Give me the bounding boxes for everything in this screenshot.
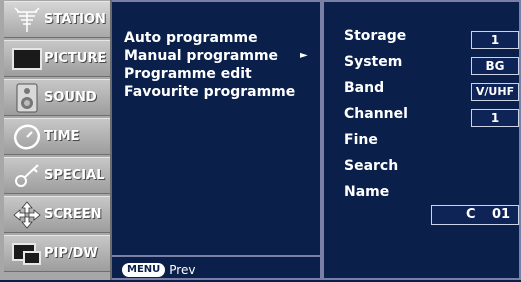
pip-icon — [10, 239, 44, 269]
manual-programme-panel: Storage 1 System BG Band V/UHF Channel 1… — [322, 0, 521, 280]
sidebar-item-sound[interactable]: SOUND — [4, 79, 110, 116]
menu-item-programme-edit[interactable]: Programme edit — [124, 65, 295, 83]
menu-item-favourite-programme[interactable]: Favourite programme — [124, 83, 295, 101]
speaker-icon — [10, 83, 44, 113]
prev-hint: Prev — [169, 262, 196, 277]
name-value[interactable]: C 01 — [431, 205, 519, 225]
tv-screen-icon — [10, 44, 44, 74]
channel-value[interactable]: 1 — [471, 109, 519, 127]
band-label: Band — [344, 80, 385, 96]
clock-icon — [10, 122, 44, 152]
move-arrows-icon — [10, 200, 44, 230]
sidebar-item-pip[interactable]: PIP/DW — [4, 235, 110, 272]
menu-key-badge: MENU — [122, 262, 166, 277]
sidebar-item-label: SCREEN — [44, 207, 102, 222]
main-menu-sidebar: STATION PICTURE SOUND TIME SPECIAL SCREE… — [0, 0, 112, 280]
sidebar-item-label: SOUND — [44, 90, 97, 105]
sidebar-item-picture[interactable]: PICTURE — [4, 40, 110, 77]
name-number: 01 — [492, 207, 511, 222]
system-label: System — [344, 54, 403, 70]
sidebar-item-special[interactable]: SPECIAL — [4, 157, 110, 194]
menu-item-label: Manual programme — [124, 48, 279, 64]
station-submenu: Auto programme Manual programme ► Progra… — [112, 0, 322, 280]
sidebar-item-label: PIP/DW — [44, 246, 98, 261]
storage-value[interactable]: 1 — [471, 31, 519, 49]
submenu-footer: MENU Prev — [112, 255, 320, 282]
sidebar-item-label: PICTURE — [44, 51, 107, 66]
system-value[interactable]: BG — [471, 57, 519, 75]
submenu-list: Auto programme Manual programme ► Progra… — [124, 29, 308, 101]
menu-item-auto-programme[interactable]: Auto programme — [124, 29, 295, 47]
sidebar-item-station[interactable]: STATION — [4, 1, 110, 38]
key-icon — [10, 161, 44, 191]
fine-label[interactable]: Fine — [344, 132, 378, 148]
sidebar-item-label: STATION — [44, 12, 106, 27]
search-label[interactable]: Search — [344, 158, 398, 174]
menu-item-manual-programme[interactable]: Manual programme ► — [124, 47, 308, 65]
channel-label: Channel — [344, 106, 408, 122]
sidebar-item-label: TIME — [44, 129, 80, 144]
antenna-icon — [10, 5, 44, 35]
band-value[interactable]: V/UHF — [471, 83, 519, 101]
sidebar-item-label: SPECIAL — [44, 168, 105, 183]
sidebar-item-time[interactable]: TIME — [4, 118, 110, 155]
name-letter: C — [466, 207, 476, 222]
name-label: Name — [344, 184, 390, 200]
submenu-arrow-icon: ► — [300, 50, 308, 61]
storage-label: Storage — [344, 28, 407, 44]
sidebar-item-screen[interactable]: SCREEN — [4, 196, 110, 233]
